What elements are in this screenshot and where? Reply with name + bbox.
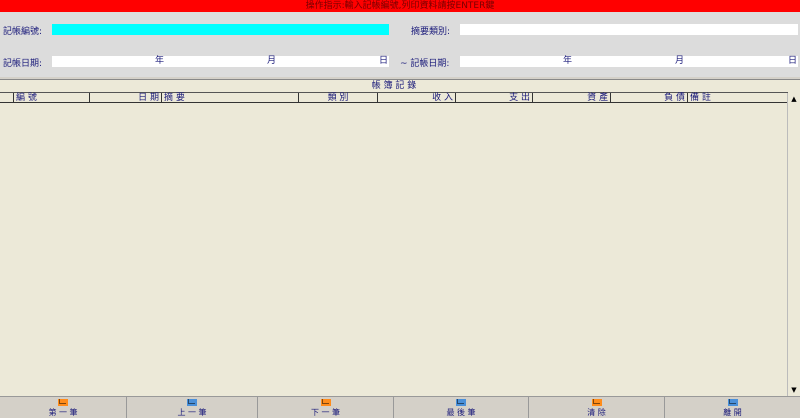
navigation-toolbar: 第 一 筆 上 一 筆 下 一 筆 最 後 筆 清 除 離 開 bbox=[0, 396, 800, 418]
column-header-date[interactable]: 日 期 bbox=[90, 93, 162, 103]
first-record-button[interactable]: 第 一 筆 bbox=[0, 397, 127, 418]
envelope-icon bbox=[187, 399, 197, 406]
date-to-year-label: 年 bbox=[563, 56, 573, 66]
record-no-label: 記帳編號: bbox=[3, 27, 43, 37]
date-to-month-label: 月 bbox=[675, 56, 685, 66]
operation-hint-bar: 操作指示:輸入記帳編號,列印資料請按ENTER鍵 bbox=[0, 0, 800, 12]
envelope-icon bbox=[456, 399, 466, 406]
column-header-liabilities[interactable]: 負 債 bbox=[611, 93, 688, 103]
previous-record-button[interactable]: 上 一 筆 bbox=[127, 397, 258, 418]
exit-button[interactable]: 離 開 bbox=[665, 397, 800, 418]
column-header-number[interactable]: 編 號 bbox=[14, 93, 90, 103]
envelope-icon bbox=[320, 399, 331, 406]
ledger-grid[interactable]: 帳 簿 記 錄 編 號 日 期 摘 要 類 別 收 入 支 出 資 產 負 債 … bbox=[0, 79, 800, 396]
envelope-icon bbox=[591, 399, 602, 406]
date-from-month-label: 月 bbox=[267, 56, 277, 66]
last-record-button[interactable]: 最 後 筆 bbox=[394, 397, 529, 418]
column-header-income[interactable]: 收 入 bbox=[378, 93, 456, 103]
summary-type-input[interactable] bbox=[460, 24, 798, 35]
date-to-day-label: 日 bbox=[788, 56, 798, 66]
query-form: 記帳編號: 摘要類別: 記帳日期: 年 月 日 ~ 記帳日期: 年 月 日 bbox=[0, 12, 800, 77]
envelope-icon bbox=[727, 399, 738, 406]
row-selector-header bbox=[0, 93, 14, 103]
scroll-up-arrow-icon[interactable]: ▲ bbox=[788, 93, 800, 105]
column-header-assets[interactable]: 資 產 bbox=[533, 93, 611, 103]
next-record-button[interactable]: 下 一 筆 bbox=[258, 397, 394, 418]
date-to-label: ~ 記帳日期: bbox=[400, 59, 450, 69]
date-from-input[interactable]: 年 月 日 bbox=[52, 56, 389, 67]
grid-title: 帳 簿 記 錄 bbox=[0, 80, 788, 93]
column-header-summary[interactable]: 摘 要 bbox=[162, 93, 299, 103]
summary-type-label: 摘要類別: bbox=[411, 27, 451, 37]
scroll-down-arrow-icon[interactable]: ▼ bbox=[788, 384, 800, 396]
column-header-notes[interactable]: 備 註 bbox=[688, 93, 788, 103]
clear-button[interactable]: 清 除 bbox=[529, 397, 665, 418]
date-from-day-label: 日 bbox=[379, 56, 389, 66]
column-header-category[interactable]: 類 別 bbox=[299, 93, 378, 103]
record-no-input[interactable] bbox=[52, 24, 389, 35]
date-from-year-label: 年 bbox=[155, 56, 165, 66]
envelope-icon bbox=[58, 399, 68, 406]
date-to-input[interactable]: 年 月 日 bbox=[460, 56, 798, 67]
vertical-scrollbar[interactable]: ▲ ▼ bbox=[787, 93, 800, 396]
column-header-expense[interactable]: 支 出 bbox=[456, 93, 533, 103]
date-from-label: 記帳日期: bbox=[3, 59, 43, 69]
